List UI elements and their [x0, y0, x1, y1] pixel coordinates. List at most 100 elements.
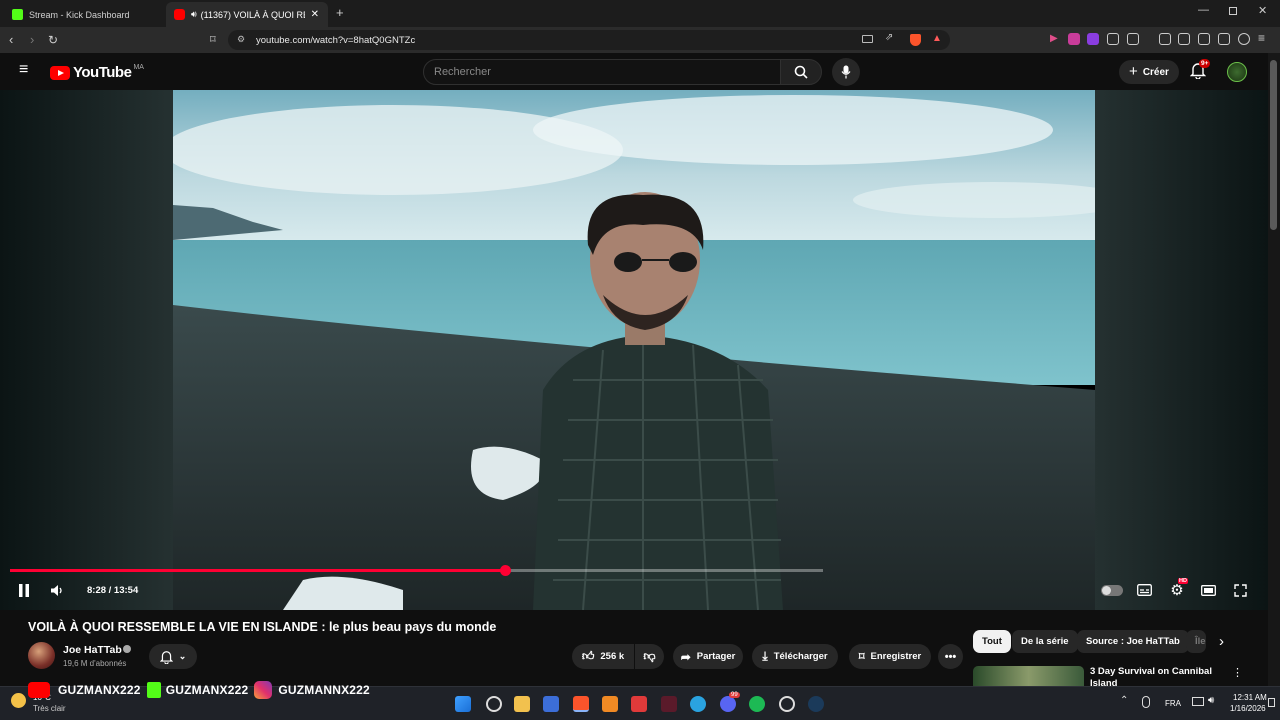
obs-icon[interactable]: [779, 696, 795, 712]
more-vertical-icon[interactable]: ⋮: [1232, 666, 1243, 679]
tab-youtube-video[interactable]: 🔊︎ (11367) VOILÀ À QUOI RESSE ✕: [166, 2, 328, 27]
extension-icon[interactable]: [1068, 33, 1080, 45]
speaker-tray-icon[interactable]: 🔊︎: [1208, 695, 1214, 706]
ambient-right: [1095, 90, 1268, 610]
extension-icon[interactable]: [1127, 33, 1139, 45]
extension-icon[interactable]: [1087, 33, 1099, 45]
video-player[interactable]: 8:28 / 13:54 ⚙ HD: [0, 90, 1268, 610]
fullscreen-button[interactable]: [1232, 582, 1248, 598]
wallet-icon[interactable]: [1198, 33, 1210, 45]
app-icon[interactable]: [602, 696, 618, 712]
settings-button[interactable]: ⚙ HD: [1168, 578, 1188, 598]
pause-button[interactable]: [16, 582, 32, 598]
save-playlist-icon: ⌑: [858, 651, 865, 663]
windows-start-icon[interactable]: [455, 696, 471, 712]
recommendation-thumbnail[interactable]: [973, 666, 1084, 686]
vpn-icon[interactable]: [1238, 33, 1250, 45]
subtitles-button[interactable]: [1136, 582, 1152, 598]
search-input[interactable]: Rechercher: [423, 59, 781, 85]
chevron-right-icon[interactable]: ›: [1219, 633, 1224, 650]
pause-icon: [19, 583, 29, 597]
voice-search-button[interactable]: [832, 58, 860, 86]
share-page-icon[interactable]: ⇗: [885, 32, 893, 43]
minimize-icon[interactable]: —: [1198, 4, 1209, 16]
leo-icon[interactable]: [1218, 33, 1230, 45]
restore-icon[interactable]: [1229, 7, 1237, 15]
video-frame: [173, 90, 1095, 610]
music-icon[interactable]: [1159, 33, 1171, 45]
theater-icon: [1200, 584, 1216, 596]
kick-icon: [12, 9, 23, 20]
notification-center-icon[interactable]: [1268, 698, 1275, 707]
url-field[interactable]: ⚙︎ youtube.com/watch?v=8hatQ0GNTZc ⇗ ▲: [228, 30, 950, 50]
steam-icon[interactable]: [808, 696, 824, 712]
channel-name[interactable]: Joe HaTTab: [63, 644, 122, 656]
speaker-icon[interactable]: 🔊︎: [191, 9, 197, 20]
volume-button[interactable]: [49, 582, 65, 598]
create-button[interactable]: + Créer: [1119, 60, 1179, 84]
tab-kick-dashboard[interactable]: Stream - Kick Dashboard: [4, 2, 166, 27]
store-icon[interactable]: [543, 696, 559, 712]
microphone-tray-icon[interactable]: [1142, 696, 1150, 708]
subscription-bell-button[interactable]: ⌄: [149, 644, 197, 669]
clock-date[interactable]: 1/16/2026: [1230, 704, 1266, 713]
autoplay-toggle[interactable]: [1101, 585, 1123, 596]
search-icon[interactable]: [486, 696, 502, 712]
chip-source[interactable]: Source : Joe HaTTab: [1077, 630, 1189, 653]
download-button[interactable]: ⤓ Télécharger: [752, 644, 838, 669]
brave-shields-icon[interactable]: [910, 34, 921, 46]
sidebar-icon[interactable]: [1178, 33, 1190, 45]
weather-icon[interactable]: [11, 693, 26, 708]
cast-icon[interactable]: [862, 35, 873, 43]
notifications-button[interactable]: 9+: [1189, 59, 1211, 80]
close-window-icon[interactable]: ✕: [1258, 4, 1267, 17]
site-info-icon[interactable]: ⚙︎: [237, 34, 245, 45]
back-icon[interactable]: ‹: [9, 33, 13, 47]
hamburger-menu-icon[interactable]: ≡: [19, 62, 28, 78]
search-button[interactable]: [780, 59, 822, 85]
scrollbar-thumb[interactable]: [1270, 60, 1277, 230]
new-tab-icon[interactable]: +: [336, 5, 344, 20]
close-tab-icon[interactable]: ✕: [311, 9, 319, 20]
account-avatar[interactable]: [1227, 62, 1247, 82]
app-icon[interactable]: [631, 696, 647, 712]
browser-menu-icon[interactable]: ≡: [1258, 31, 1265, 45]
tab-title: (11367) VOILÀ À QUOI RESSE: [200, 9, 305, 20]
share-button[interactable]: ➦ Partager: [673, 644, 743, 669]
reload-icon[interactable]: ↻: [48, 33, 58, 47]
share-icon: ➦: [680, 649, 691, 664]
bell-icon: [159, 650, 173, 664]
bookmark-icon[interactable]: ⌑: [210, 33, 216, 47]
discord-icon[interactable]: [720, 696, 736, 712]
youtube-logo[interactable]: YouTube MA: [50, 64, 144, 81]
more-actions-button[interactable]: •••: [938, 644, 963, 669]
clock-time[interactable]: 12:31 AM: [1233, 693, 1267, 702]
recommendation-title[interactable]: 3 Day Survival on Cannibal Island: [1090, 666, 1215, 686]
tray-chevron-up-icon[interactable]: ⌃: [1120, 695, 1128, 706]
telegram-icon[interactable]: [690, 696, 706, 712]
forward-icon[interactable]: ›: [30, 33, 34, 47]
thumbs-up-icon: 👍︎: [581, 649, 595, 663]
spotify-icon[interactable]: [749, 696, 765, 712]
file-explorer-icon[interactable]: [514, 696, 530, 712]
create-label: Créer: [1142, 66, 1169, 78]
chip-island[interactable]: Île: [1186, 630, 1206, 653]
extension-arrow-icon[interactable]: ▶: [1050, 33, 1062, 45]
network-icon[interactable]: [1192, 697, 1204, 706]
rewards-icon[interactable]: ▲: [932, 33, 942, 44]
chip-all[interactable]: Tout: [973, 630, 1011, 653]
discord-badge: 99: [729, 692, 740, 698]
progress-bar[interactable]: [10, 565, 823, 576]
language-indicator[interactable]: FRA: [1165, 699, 1181, 708]
dislike-button[interactable]: 👎︎: [635, 644, 664, 669]
subscriber-count: 19,6 M d'abonnés: [63, 659, 127, 668]
save-button[interactable]: ⌑ Enregistrer: [849, 644, 931, 669]
app-icon[interactable]: [661, 696, 677, 712]
chip-series[interactable]: De la série: [1012, 630, 1078, 653]
theater-mode-button[interactable]: [1200, 582, 1216, 598]
brave-browser-icon[interactable]: [573, 696, 589, 712]
extension-icon[interactable]: [1107, 33, 1119, 45]
overlay-kick-name: GUZMANX222: [165, 683, 249, 697]
channel-avatar[interactable]: [28, 642, 55, 669]
like-button[interactable]: 👍︎ 256 k: [572, 644, 634, 669]
